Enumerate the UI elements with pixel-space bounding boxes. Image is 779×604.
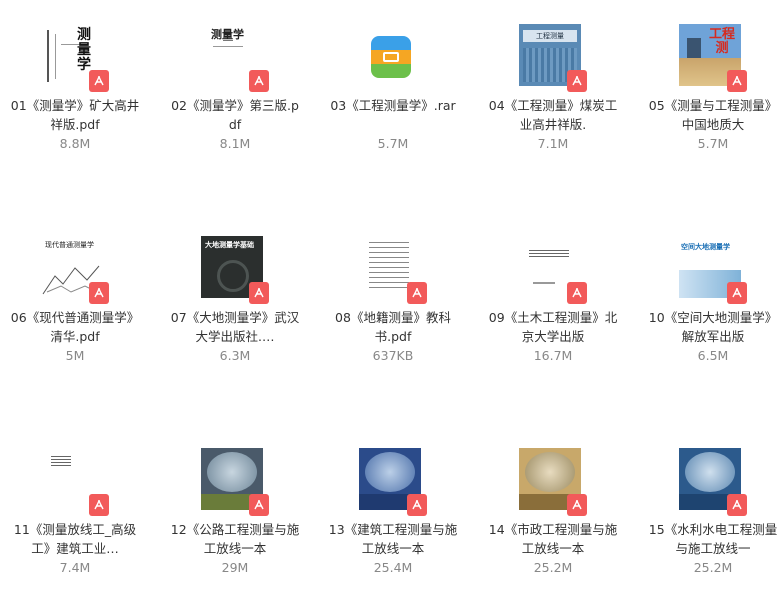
file-thumbnail: 测量学 [201,24,269,92]
file-item[interactable]: 测量学 02《测量学》第三版.pdf 8.1M [160,0,310,180]
rar-icon [371,36,411,78]
pdf-icon [567,494,587,516]
file-thumbnail [359,24,427,92]
file-size: 5.7M [377,136,409,151]
file-size: 637KB [372,348,414,363]
file-size: 25.2M [533,560,573,575]
file-item[interactable]: 大地测量学基础 07《大地测量学》武汉大学出版社.… 6.3M [160,212,310,392]
file-name: 06《现代普通测量学》清华.pdf [10,310,140,344]
file-name: 02《测量学》第三版.pdf [171,98,299,132]
file-size: 5M [65,348,85,363]
file-size: 29M [221,560,249,575]
pdf-icon [249,70,269,92]
pdf-icon [727,494,747,516]
file-grid: 测量学 01《测量学》矿大高井祥版.pdf 8.8M 测量学 02《测量学》第三… [0,0,779,587]
cover-title: 大地测量学基础 [205,241,254,249]
pdf-icon [407,282,427,304]
file-thumbnail [679,448,747,516]
file-thumbnail: 测量学 [41,24,109,92]
file-name: 05《测量与工程测量》中国地质大 [648,98,778,132]
file-name: 01《测量学》矿大高井祥版.pdf [10,98,140,132]
file-name: 13《建筑工程测量与施工放线一本 [328,522,458,556]
file-thumbnail [359,236,427,304]
file-thumbnail: 空间大地测量学 [679,236,747,304]
file-size: 6.5M [697,348,729,363]
pdf-icon [567,282,587,304]
file-item[interactable]: 14《市政工程测量与施工放线一本 25.2M [478,424,628,604]
file-item[interactable]: 08《地籍测量》教科书.pdf 637KB [318,212,468,392]
file-size: 25.2M [693,560,733,575]
file-size: 16.7M [533,348,573,363]
file-thumbnail: 工程测 [679,24,747,92]
file-thumbnail: 现代普通测量学 [41,236,109,304]
file-item[interactable]: 现代普通测量学 06《现代普通测量学》清华.pdf 5M [0,212,150,392]
pdf-icon [727,282,747,304]
file-thumbnail [519,448,587,516]
file-item[interactable]: 空间大地测量学 10《空间大地测量学》解放军出版 6.5M [638,212,779,392]
file-item[interactable]: 03《工程测量学》.rar 5.7M [318,0,468,180]
file-size: 5.7M [697,136,729,151]
file-item[interactable]: 11《测量放线工_高级工》建筑工业… 7.4M [0,424,150,604]
file-item[interactable]: 工程测量 04《工程测量》煤炭工业高井祥版. 7.1M [478,0,628,180]
file-name: 11《测量放线工_高级工》建筑工业… [13,522,137,556]
pdf-icon [407,494,427,516]
file-item[interactable]: 12《公路工程测量与施工放线一本 29M [160,424,310,604]
cover-title: 现代普通测量学 [45,241,94,249]
file-thumbnail [201,448,269,516]
file-name: 15《水利水电工程测量与施工放线一 [648,522,778,556]
file-size: 8.1M [219,136,251,151]
file-thumbnail: 工程测量 [519,24,587,92]
file-size: 25.4M [373,560,413,575]
file-name: 04《工程测量》煤炭工业高井祥版. [488,98,618,132]
file-name: 14《市政工程测量与施工放线一本 [488,522,618,556]
pdf-icon [727,70,747,92]
pdf-icon [567,70,587,92]
file-thumbnail [359,448,427,516]
pdf-icon [249,282,269,304]
file-thumbnail [41,448,109,516]
cover-title: 工程测 [708,27,735,56]
file-size: 6.3M [219,348,251,363]
file-item[interactable]: 15《水利水电工程测量与施工放线一 25.2M [638,424,779,604]
file-name: 09《土木工程测量》北京大学出版 [488,310,618,344]
file-name: 12《公路工程测量与施工放线一本 [170,522,300,556]
cover-title: 测量学 [77,27,91,73]
file-item[interactable]: 09《土木工程测量》北京大学出版 16.7M [478,212,628,392]
file-size: 7.1M [537,136,569,151]
file-name: 08《地籍测量》教科书.pdf [335,310,451,344]
file-item[interactable]: 工程测 05《测量与工程测量》中国地质大 5.7M [638,0,779,180]
file-thumbnail: 大地测量学基础 [201,236,269,304]
file-item[interactable]: 13《建筑工程测量与施工放线一本 25.4M [318,424,468,604]
file-name: 03《工程测量学》.rar [330,98,456,113]
cover-title: 工程测量 [523,30,577,42]
pdf-icon [89,70,109,92]
pdf-icon [89,494,109,516]
file-thumbnail [519,236,587,304]
cover-title: 空间大地测量学 [681,243,730,251]
file-size: 7.4M [59,560,91,575]
file-item[interactable]: 测量学 01《测量学》矿大高井祥版.pdf 8.8M [0,0,150,180]
pdf-icon [89,282,109,304]
file-name: 07《大地测量学》武汉大学出版社.… [170,310,300,344]
file-name: 10《空间大地测量学》解放军出版 [648,310,778,344]
file-size: 8.8M [59,136,91,151]
pdf-icon [249,494,269,516]
